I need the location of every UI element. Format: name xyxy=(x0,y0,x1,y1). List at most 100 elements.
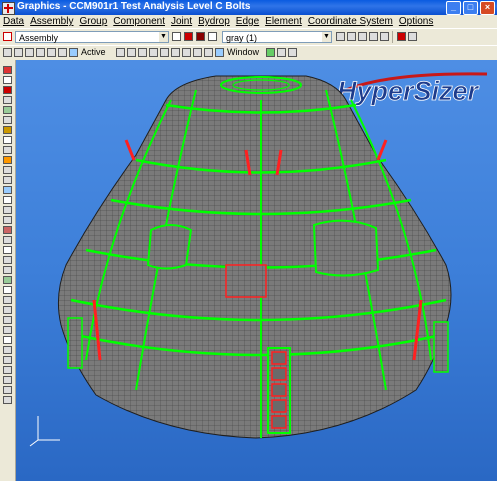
side-view-icon[interactable] xyxy=(182,48,191,57)
zoom-icon[interactable] xyxy=(138,48,147,57)
window-right xyxy=(312,219,380,277)
menu-coordinate-system[interactable]: Coordinate System xyxy=(305,15,396,28)
view-icon-4[interactable] xyxy=(36,48,45,57)
left-tool-icon[interactable] xyxy=(3,76,12,84)
chevron-down-icon: ▼ xyxy=(159,32,168,42)
left-tool-icon[interactable] xyxy=(3,376,12,384)
menu-options[interactable]: Options xyxy=(396,15,436,28)
grid-icon[interactable] xyxy=(172,32,181,41)
highlight-icon[interactable] xyxy=(266,48,275,57)
red-square-icon[interactable] xyxy=(184,32,193,41)
window-icon[interactable] xyxy=(215,48,224,57)
left-tool-icon[interactable] xyxy=(3,136,12,144)
left-tool-icon[interactable] xyxy=(3,326,12,334)
toolbar-view: Active Window xyxy=(0,45,497,61)
color-select-value: gray (1) xyxy=(226,33,258,43)
app-icon xyxy=(2,2,15,15)
menu-joint[interactable]: Joint xyxy=(168,15,195,28)
red-chart-icon[interactable] xyxy=(397,32,406,41)
dark-red-square-icon[interactable] xyxy=(196,32,205,41)
left-tool-icon[interactable] xyxy=(3,276,12,284)
iso-view-icon[interactable] xyxy=(204,48,213,57)
left-tool-icon[interactable] xyxy=(3,96,12,104)
toolbar-separator xyxy=(392,31,393,43)
layer-icon[interactable] xyxy=(208,32,217,41)
close-button[interactable]: × xyxy=(480,1,495,15)
left-tool-icon[interactable] xyxy=(3,66,12,74)
left-tool-icon[interactable] xyxy=(3,196,12,204)
left-tool-icon[interactable] xyxy=(3,186,12,194)
menu-bydrop[interactable]: Bydrop xyxy=(195,15,233,28)
left-tool-icon[interactable] xyxy=(3,176,12,184)
maximize-button[interactable]: □ xyxy=(463,1,478,15)
left-tool-icon[interactable] xyxy=(3,156,12,164)
side-fitting-right xyxy=(433,321,449,373)
menu-data[interactable]: Data xyxy=(0,15,27,28)
fit-icon[interactable] xyxy=(149,48,158,57)
left-tool-icon[interactable] xyxy=(3,316,12,324)
tiles-icon[interactable] xyxy=(408,32,417,41)
left-tool-icon[interactable] xyxy=(3,126,12,134)
menu-bar: Data Assembly Group Component Joint Bydr… xyxy=(0,15,497,28)
left-tool-icon[interactable] xyxy=(3,266,12,274)
capsule-fem-model[interactable] xyxy=(16,60,497,481)
bolt-box xyxy=(271,415,287,429)
left-tool-icon[interactable] xyxy=(3,236,12,244)
bolt-box xyxy=(271,367,287,381)
left-tool-icon[interactable] xyxy=(3,346,12,354)
menu-assembly[interactable]: Assembly xyxy=(27,15,76,28)
left-tool-icon[interactable] xyxy=(3,106,12,114)
window-dropdown[interactable]: Window xyxy=(227,46,259,58)
rotate-icon[interactable] xyxy=(116,48,125,57)
settings-icon[interactable] xyxy=(288,48,297,57)
side-fitting-left xyxy=(67,317,83,369)
color-select[interactable]: gray (1) ▼ xyxy=(222,31,332,43)
left-tool-icon[interactable] xyxy=(3,226,12,234)
check-icon[interactable] xyxy=(336,32,345,41)
menu-group[interactable]: Group xyxy=(76,15,110,28)
top-view-icon[interactable] xyxy=(193,48,202,57)
left-tool-icon[interactable] xyxy=(3,356,12,364)
minimize-button[interactable]: _ xyxy=(446,1,461,15)
select-arrow-icon[interactable] xyxy=(69,48,78,57)
bolt-box xyxy=(271,399,287,413)
left-tool-icon[interactable] xyxy=(3,146,12,154)
window-left xyxy=(146,224,193,270)
left-tool-icon[interactable] xyxy=(3,366,12,374)
assembly-select[interactable]: Assembly ▼ xyxy=(15,31,169,43)
left-tool-icon[interactable] xyxy=(3,206,12,214)
left-tool-icon[interactable] xyxy=(3,116,12,124)
left-tool-icon[interactable] xyxy=(3,216,12,224)
left-tool-icon[interactable] xyxy=(3,296,12,304)
link-icon[interactable] xyxy=(369,32,378,41)
front-view-icon[interactable] xyxy=(171,48,180,57)
stack-icon[interactable] xyxy=(358,32,367,41)
left-tool-icon[interactable] xyxy=(3,256,12,264)
box-zoom-icon[interactable] xyxy=(160,48,169,57)
menu-element[interactable]: Element xyxy=(262,15,305,28)
left-tool-icon[interactable] xyxy=(3,246,12,254)
bolt-edge xyxy=(124,139,136,161)
left-tool-icon[interactable] xyxy=(3,86,12,94)
properties-icon[interactable] xyxy=(380,32,389,41)
left-tool-icon[interactable] xyxy=(3,286,12,294)
pan-icon[interactable] xyxy=(127,48,136,57)
page-icon[interactable] xyxy=(347,32,356,41)
title-bar: Graphics - CCM901r1 Test Analysis Level … xyxy=(0,0,497,15)
left-tool-icon[interactable] xyxy=(3,166,12,174)
view-icon-5[interactable] xyxy=(47,48,56,57)
view-icon-3[interactable] xyxy=(25,48,34,57)
graphics-viewport[interactable]: HyperSizer xyxy=(16,60,497,481)
left-tool-icon[interactable] xyxy=(3,306,12,314)
view-icon-1[interactable] xyxy=(3,48,12,57)
left-tool-icon[interactable] xyxy=(3,386,12,394)
menu-component[interactable]: Component xyxy=(110,15,168,28)
filter-icon[interactable] xyxy=(277,48,286,57)
left-tool-icon[interactable] xyxy=(3,396,12,404)
left-tool-icon[interactable] xyxy=(3,336,12,344)
access-panel xyxy=(225,264,267,298)
view-icon-2[interactable] xyxy=(14,48,23,57)
active-dropdown[interactable]: Active xyxy=(81,46,106,58)
view-icon-6[interactable] xyxy=(58,48,67,57)
menu-edge[interactable]: Edge xyxy=(233,15,262,28)
